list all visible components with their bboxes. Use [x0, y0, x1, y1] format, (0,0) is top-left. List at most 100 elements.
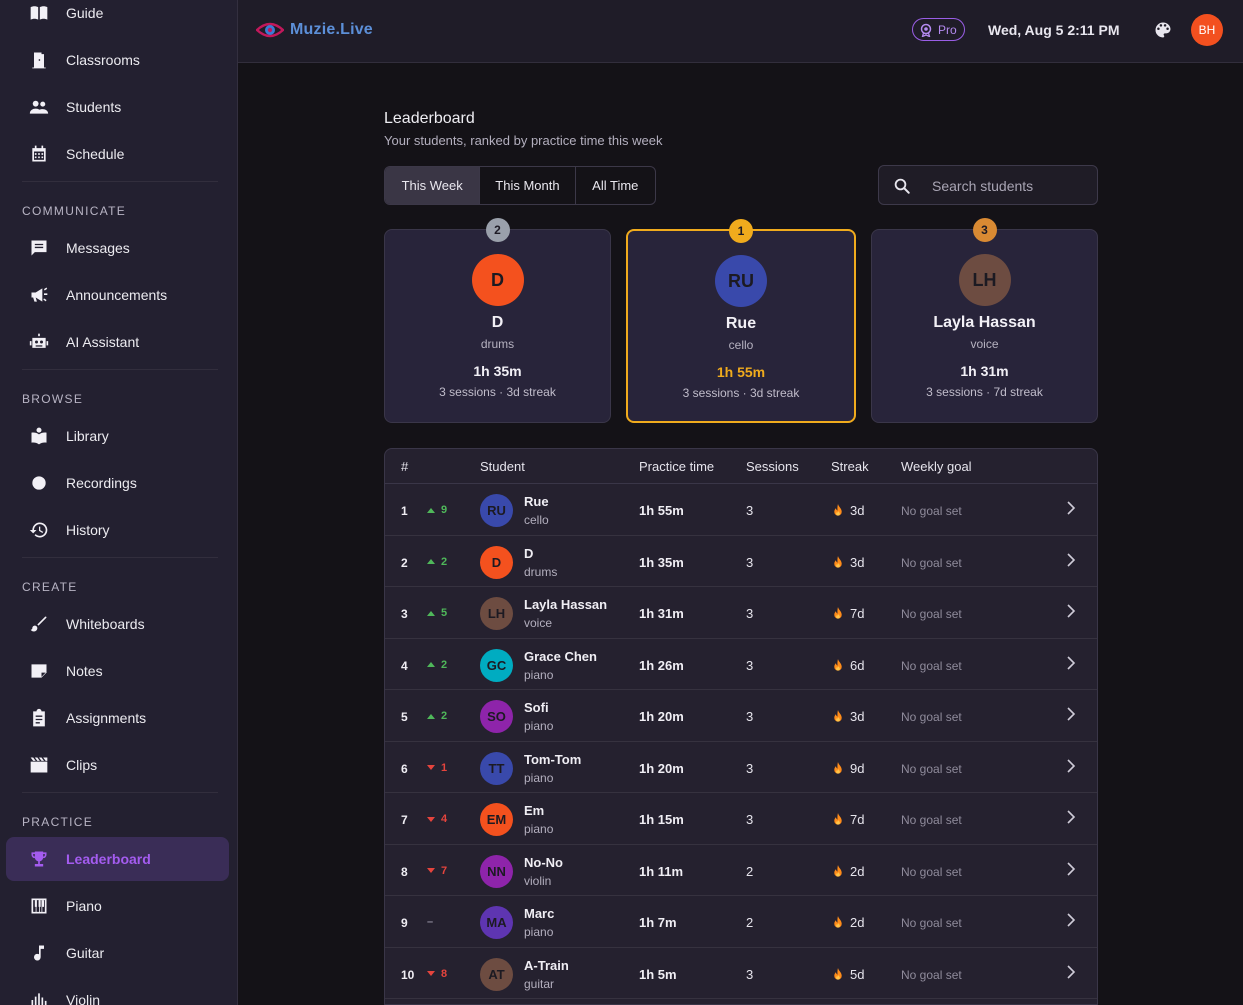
sidebar-item-guitar[interactable]: Guitar	[6, 931, 229, 975]
streak: 9d	[832, 761, 864, 776]
avatar: D	[480, 545, 513, 579]
practice-time: 1h 55m	[639, 503, 684, 518]
chevron-right-icon[interactable]	[1065, 809, 1077, 825]
time-range-tabs: This Week This Month All Time	[384, 166, 656, 205]
flame-icon	[834, 710, 842, 722]
tab-this-month[interactable]: This Month	[480, 167, 576, 204]
sidebar-item-label: Violin	[66, 992, 100, 1005]
podium-card-rank-3[interactable]: 3 LH Layla Hassan voice 1h 31m 3 sessions · 7…	[871, 218, 1098, 423]
piano-icon	[29, 896, 49, 916]
chevron-right-icon[interactable]	[1065, 861, 1077, 877]
sessions-count: 3	[746, 760, 754, 776]
rank-number: 1	[401, 504, 408, 518]
sidebar-item-label: Messages	[66, 240, 130, 256]
col-rank: #	[401, 459, 409, 474]
trophy-icon	[29, 849, 49, 869]
sessions-count: 3	[746, 554, 754, 570]
table-row[interactable]: 5 2 SO Sofi piano 1h 20m 3 3d No goal set	[385, 690, 1097, 742]
sidebar-item-schedule[interactable]: Schedule	[6, 132, 229, 176]
student-name: Em	[524, 803, 545, 818]
pro-badge[interactable]: Pro	[912, 18, 965, 41]
weekly-goal: No goal set	[901, 967, 962, 982]
rank-change-value: 8	[441, 967, 448, 980]
brand-logo[interactable]: Muzie.Live	[256, 17, 373, 43]
sidebar-item-clips[interactable]: Clips	[6, 743, 229, 787]
rank-number: 6	[401, 761, 408, 776]
note-icon	[29, 661, 49, 681]
streak-value: 7d	[850, 812, 865, 827]
table-row[interactable]: 8 7 NN No-No violin 1h 11m 2 2d No goal set	[385, 845, 1097, 896]
sidebar-section-communicate: COMMUNICATE	[22, 204, 127, 218]
chevron-right-icon[interactable]	[1065, 912, 1077, 928]
chevron-right-icon[interactable]	[1065, 603, 1077, 619]
table-row[interactable]: 1 9 RU Rue cello 1h 55m 3 3d No goal set	[385, 484, 1097, 536]
chevron-right-icon[interactable]	[1065, 758, 1077, 774]
chevron-right-icon[interactable]	[1065, 706, 1077, 722]
table-row[interactable]: 2 2 D Ddrums 1h 35m 3 3d No goal set	[385, 536, 1097, 587]
table-row[interactable]: 9 – MA Marc piano 1h 7m 2 2d No goal set	[385, 896, 1097, 948]
table-row[interactable]: 7 4 EM Em piano 1h 15m 3 7d No goal set	[385, 793, 1097, 845]
sidebar-item-students[interactable]: Students	[6, 85, 229, 129]
sessions-count: 3	[746, 606, 754, 621]
tab-all-time[interactable]: All Time	[576, 167, 655, 204]
sessions-count: 2	[746, 863, 754, 879]
sidebar-item-messages[interactable]: Messages	[6, 226, 229, 270]
sidebar-item-guide[interactable]: Guide	[6, 0, 229, 35]
sidebar-item-recordings[interactable]: Recordings	[6, 461, 229, 505]
chevron-right-icon[interactable]	[1065, 552, 1077, 568]
leaderboard-table: # Student Practice time Sessions Streak …	[384, 448, 1098, 1005]
weekly-goal: No goal set	[901, 555, 962, 570]
sidebar-item-library[interactable]: Library	[6, 414, 229, 458]
chevron-right-icon[interactable]	[1065, 500, 1077, 516]
sidebar-item-assignments[interactable]: Assignments	[6, 696, 229, 740]
table-row[interactable]: 4 2 GC Grace Chen piano 1h 26m 3 6d No goal set	[385, 639, 1097, 690]
sidebar-item-piano[interactable]: Piano	[6, 884, 229, 928]
user-avatar[interactable]: BH	[1191, 14, 1223, 46]
chevron-right-icon[interactable]	[1065, 655, 1077, 671]
student-instrument: drums	[524, 564, 558, 579]
practice-time: 1h 35m	[473, 363, 522, 379]
record-icon	[29, 473, 49, 493]
sidebar-item-classrooms[interactable]: Classrooms	[6, 38, 229, 82]
avatar: AT	[480, 957, 513, 991]
podium-card-rank-1[interactable]: 1 RU Rue cello 1h 55m 3 sessions · 3d streak	[626, 219, 856, 423]
practice-time: 1h 20m	[639, 709, 684, 724]
current-datetime: Wed, Aug 5 2:11 PM	[988, 22, 1120, 38]
rank-badge: 2	[485, 218, 510, 242]
streak: 6d	[832, 658, 864, 673]
col-student[interactable]: Student	[480, 459, 525, 474]
chevron-right-icon[interactable]	[1065, 964, 1077, 980]
sidebar-divider	[22, 557, 218, 558]
sessions-count: 3	[746, 709, 754, 724]
sidebar-item-leaderboard[interactable]: Leaderboard	[6, 837, 229, 881]
tab-this-week[interactable]: This Week	[385, 167, 481, 204]
sidebar-item-announcements[interactable]: Announcements	[6, 273, 229, 317]
rank-change: 7	[427, 865, 447, 877]
table-row[interactable]: 6 1 TT Tom-Tom piano 1h 20m 3 9d No goal set	[385, 742, 1097, 793]
student-instrument: voice	[524, 616, 553, 630]
sidebar-item-ai-assistant[interactable]: AI Assistant	[6, 320, 229, 364]
student-instrument: piano	[524, 719, 554, 733]
sidebar-item-violin[interactable]: Violin	[6, 978, 229, 1005]
sessions-streak: 3 sessions · 3d streak	[682, 386, 800, 400]
sidebar-item-notes[interactable]: Notes	[6, 649, 229, 693]
student-name: D	[491, 314, 504, 331]
palette-icon[interactable]	[1153, 20, 1173, 40]
col-practice-time[interactable]: Practice time	[639, 459, 714, 474]
streak: 5d	[832, 967, 864, 982]
sidebar: Guide Classrooms Students Schedule COMMUNICA…	[0, 0, 238, 1005]
people-icon	[29, 97, 49, 117]
col-sessions[interactable]: Sessions	[746, 459, 799, 474]
practice-time: 1h 15m	[639, 812, 684, 827]
podium-card-rank-2[interactable]: 2 D Ddrums 1h 35m 3 sessions · 3d streak	[384, 218, 611, 423]
sidebar-item-history[interactable]: History	[6, 508, 229, 552]
sidebar-item-whiteboards[interactable]: Whiteboards	[6, 602, 229, 646]
streak: 7d	[832, 812, 864, 827]
rank-badge: 3	[972, 218, 997, 242]
pro-label: Pro	[938, 22, 957, 37]
table-row[interactable]: 10 8 AT A-Train guitar 1h 5m 3 5d No goal set	[385, 948, 1097, 999]
col-streak[interactable]: Streak	[831, 459, 869, 474]
avatar: LH	[958, 254, 1011, 306]
search-students-input[interactable]: Search students	[878, 165, 1098, 205]
table-row[interactable]: 3 5 LH Layla Hassan voice 1h 31m 3 7d No goal se…	[385, 587, 1097, 639]
